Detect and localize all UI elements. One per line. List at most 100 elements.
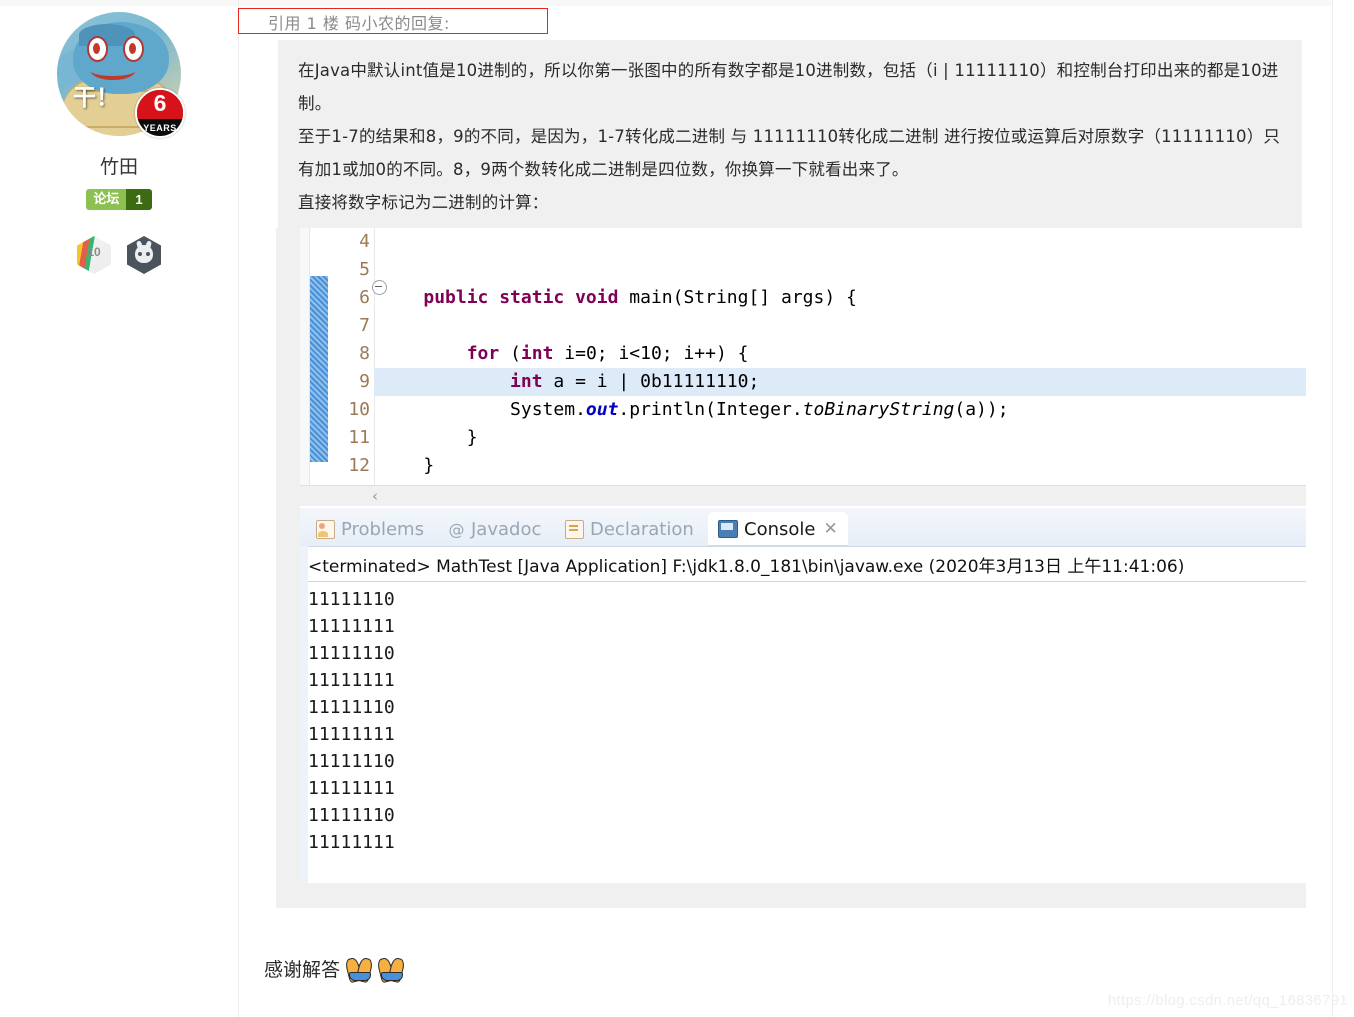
- console-view: Problems @ Javadoc Declaration Console ✕ <ter…: [300, 508, 1306, 905]
- console-output-line: 11111111: [308, 670, 395, 691]
- console-icon: [718, 520, 738, 538]
- line-number: 5: [359, 259, 370, 280]
- code-token: i=0; i<10; i++) {: [564, 343, 749, 364]
- github-cat-eyes: [138, 252, 150, 256]
- github-medal-icon[interactable]: [127, 236, 161, 274]
- years-badge-label: YEARS: [143, 123, 177, 133]
- console-output-line: 11111110: [308, 697, 395, 718]
- column-divider: [238, 0, 239, 1017]
- editor-horizontal-scrollbar[interactable]: ‹: [300, 485, 1306, 506]
- line-number: 10: [348, 399, 370, 420]
- code-line[interactable]: System.out.println(Integer.toBinaryStrin…: [380, 396, 1306, 424]
- tab-label: Console: [744, 518, 816, 540]
- thanks-line: 感谢解答: [264, 955, 404, 982]
- code-token: public static void: [423, 287, 630, 308]
- years-badge-icon: 6 YEARS: [135, 88, 185, 138]
- code-line[interactable]: [380, 256, 1306, 284]
- forum-badge-name: 论坛: [86, 189, 127, 210]
- author-panel: 干！ 6 YEARS 竹田 论坛 1 10: [0, 0, 238, 300]
- console-output: 11111110 11111111 11111110 11111111 11111110…: [300, 582, 1306, 856]
- editor-code-area[interactable]: public static void main(String[] args) {…: [374, 228, 1306, 480]
- medal-list: 10: [0, 236, 238, 274]
- code-line[interactable]: }: [380, 424, 1306, 452]
- editor-gutter-separator: [374, 228, 375, 494]
- code-token: for: [466, 343, 511, 364]
- at-icon: @: [448, 519, 465, 539]
- console-terminated-line: <terminated> MathTest [Java Application]…: [308, 557, 1185, 577]
- console-output-line: 11111110: [308, 643, 395, 664]
- blog-medal-icon[interactable]: 10: [77, 236, 111, 274]
- line-number: 7: [359, 315, 370, 336]
- line-number: 8: [359, 343, 370, 364]
- tab-declaration[interactable]: Declaration: [555, 512, 704, 546]
- years-badge-number: 6: [153, 90, 167, 116]
- page-root: 干！ 6 YEARS 竹田 论坛 1 10 引用 1 楼 码小农的回复: 在Ja…: [0, 0, 1354, 1017]
- quote-header-label: 引用 1 楼 码小农的回复:: [268, 14, 450, 33]
- forum-badge-level: 1: [126, 189, 152, 210]
- code-line[interactable]: for (int i=0; i<10; i++) {: [380, 340, 1306, 368]
- problems-icon: [316, 519, 335, 539]
- blog-medal-number: 10: [87, 245, 101, 259]
- code-line[interactable]: [380, 312, 1306, 340]
- declaration-icon: [565, 519, 584, 539]
- code-line[interactable]: [380, 228, 1306, 256]
- console-output-line: 11111111: [308, 616, 395, 637]
- avatar-eye-right: [123, 36, 144, 62]
- editor-left-gutter: [300, 228, 310, 494]
- code-line[interactable]: }: [380, 452, 1306, 480]
- editor-change-bar: [310, 276, 328, 462]
- view-tab-bar: Problems @ Javadoc Declaration Console ✕: [300, 508, 1306, 547]
- console-output-line: 11111110: [308, 751, 395, 772]
- quote-body: 在Java中默认int值是10进制的，所以你第一张图中的所有数字都是10进制数，…: [278, 40, 1302, 228]
- code-token: out: [585, 399, 619, 420]
- tab-console[interactable]: Console ✕: [708, 512, 848, 546]
- line-number: 12: [348, 455, 370, 476]
- ide-bottom-strip: [300, 883, 1306, 905]
- quote-paragraph-2: 至于1-7的结果和8，9的不同，是因为，1-7转化成二进制 与 11111110…: [298, 127, 1281, 179]
- close-icon[interactable]: ✕: [823, 519, 837, 539]
- folded-hands-emoji-1: [346, 956, 372, 982]
- line-number: 4: [359, 231, 370, 252]
- ide-inner: 4 5 6 7 8 9 10 11 12 public static void main(Str…: [300, 228, 1306, 905]
- console-left-margin: [300, 546, 308, 883]
- line-number: 9: [359, 371, 370, 392]
- code-token: a = i | 0b11111110;: [553, 371, 760, 392]
- tab-label: Declaration: [590, 518, 694, 540]
- console-output-line: 11111111: [308, 832, 395, 853]
- code-token: }: [380, 455, 435, 476]
- console-output-line: 11111110: [308, 589, 395, 610]
- console-output-line: 11111110: [308, 805, 395, 826]
- forum-badge[interactable]: 论坛 1: [86, 189, 152, 210]
- tab-label: Javadoc: [471, 518, 542, 540]
- editor-line-numbers: 4 5 6 7 8 9 10 11 12: [330, 228, 370, 480]
- tab-problems[interactable]: Problems: [306, 512, 434, 546]
- code-token: int: [510, 371, 554, 392]
- code-token: (: [510, 343, 521, 364]
- embedded-ide-screenshot: 4 5 6 7 8 9 10 11 12 public static void main(Str…: [276, 228, 1306, 908]
- folded-hands-emoji-2: [378, 956, 404, 982]
- avatar-overlay-text: 干！: [73, 85, 119, 111]
- line-number: 6: [359, 287, 370, 308]
- code-token: (a));: [954, 399, 1009, 420]
- thanks-text: 感谢解答: [264, 959, 341, 981]
- code-line[interactable]: int a = i | 0b11111110;: [374, 368, 1306, 396]
- avatar-eye-left: [87, 36, 108, 62]
- code-editor[interactable]: 4 5 6 7 8 9 10 11 12 public static void main(Str…: [300, 228, 1306, 506]
- code-line[interactable]: public static void main(String[] args) {: [380, 284, 1306, 312]
- code-token: }: [380, 427, 478, 448]
- author-name[interactable]: 竹田: [0, 152, 238, 179]
- code-token: System.: [380, 399, 586, 420]
- console-output-line: 11111111: [308, 724, 395, 745]
- scroll-left-chevron-icon[interactable]: ‹: [372, 487, 378, 505]
- tab-javadoc[interactable]: @ Javadoc: [438, 512, 551, 546]
- code-token: toBinaryString: [802, 399, 955, 420]
- right-rail: [1332, 0, 1354, 1017]
- code-token: main(String[] args) {: [629, 287, 857, 308]
- avatar[interactable]: 干！ 6 YEARS: [57, 12, 185, 138]
- code-token: .println(Integer.: [618, 399, 803, 420]
- quote-paragraph-3: 直接将数字标记为二进制的计算：: [298, 193, 549, 212]
- line-number: 11: [348, 427, 370, 448]
